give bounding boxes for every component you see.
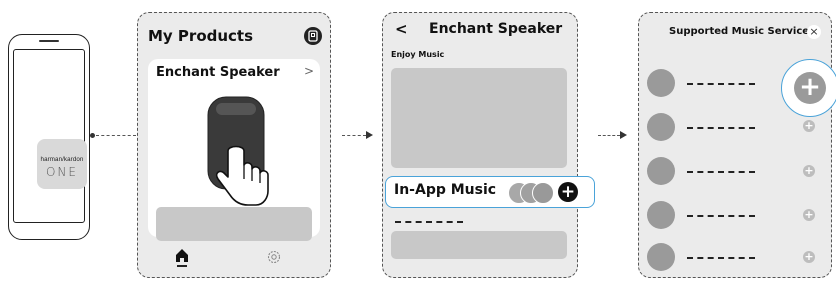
speaker-detail-panel: < Enchant Speaker Enjoy Music In-App Mus… [382,12,595,278]
close-icon[interactable]: × [807,25,821,39]
placeholder-bar [391,231,567,259]
gear-icon[interactable] [266,249,282,269]
text-placeholder [395,221,463,223]
service-logo [647,69,675,97]
arrow-icon [620,131,627,139]
highlight-ring: + [781,59,836,117]
app-logo-word: ONE [45,165,78,179]
page-title: Supported Music Services [669,26,816,37]
music-placeholder [391,68,567,168]
add-service-icon[interactable]: + [803,209,815,221]
phone-outline: harman/kardon ONE [8,34,90,240]
placeholder-bar [156,207,312,241]
chevron-right-icon[interactable]: > [304,64,314,78]
connector-line-3 [598,135,620,136]
in-app-music-row[interactable]: In-App Music + [385,176,595,208]
service-logo [647,157,675,185]
add-service-icon[interactable]: + [803,251,815,263]
harman-kardon-one-app-icon[interactable]: harman/kardon ONE [37,139,87,189]
app-brand-text: harman/kardon [40,156,84,163]
add-service-icon[interactable]: + [803,165,815,177]
service-name-placeholder [687,83,755,85]
phone-screen [13,49,85,223]
service-icon [532,182,554,204]
connector-line-1 [96,135,136,136]
section-heading: Enjoy Music [391,50,445,59]
my-products-panel: My Products Enchant Speaker > [137,12,331,278]
home-icon[interactable] [174,247,190,273]
phone-speaker [39,40,59,42]
add-service-icon[interactable]: + [803,120,815,132]
page-title: My Products [148,27,254,45]
connector-line-2 [342,135,366,136]
product-badge-icon[interactable] [304,27,322,45]
service-logo [647,113,675,141]
back-icon[interactable]: < [395,20,408,38]
service-logo [647,201,675,229]
add-service-icon[interactable]: + [558,182,578,202]
service-name-placeholder [687,215,755,217]
device-name: Enchant Speaker [156,65,280,80]
service-name-placeholder [687,171,755,173]
arrow-icon [366,131,373,139]
music-services-panel: Supported Music Services × + + + + + [638,12,836,278]
service-logo [647,243,675,271]
product-card[interactable]: Enchant Speaker > [148,59,320,241]
add-service-icon[interactable]: + [794,72,826,104]
page-title: Enchant Speaker [429,21,563,37]
service-name-placeholder [687,127,755,129]
in-app-music-label: In-App Music [394,182,497,198]
connector-dot [90,133,95,138]
service-name-placeholder [687,257,755,259]
speaker-illustration [207,96,269,206]
